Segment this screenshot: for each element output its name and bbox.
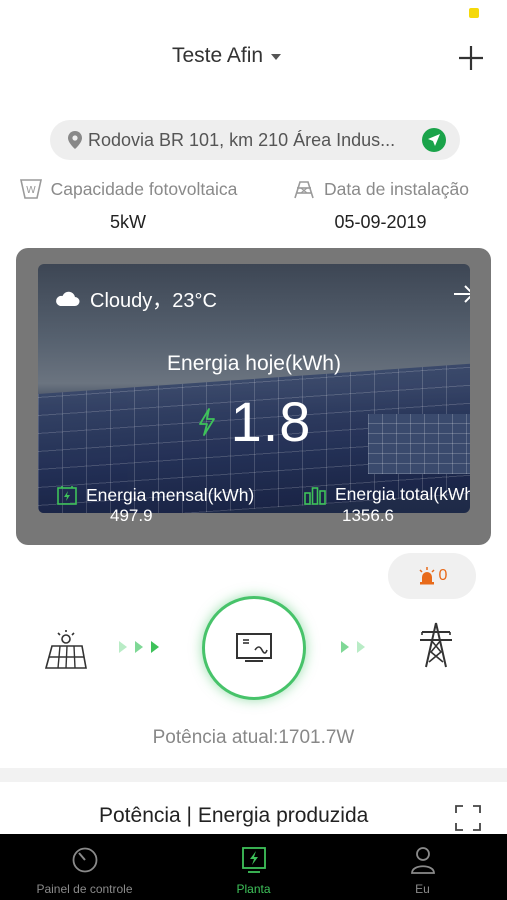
- capacity-icon: W: [19, 179, 42, 199]
- energy-card[interactable]: Cloudy，23°C Energia hoje(kWh) 1.8 Energi…: [16, 248, 491, 545]
- navigation-arrow-icon: [428, 134, 440, 146]
- header: Teste Afin: [0, 40, 507, 76]
- location-pin-icon: [68, 131, 82, 149]
- dashboard-icon: [72, 847, 97, 873]
- fullscreen-icon[interactable]: [454, 804, 482, 832]
- plant-info: W Capacidade fotovoltaica 5kW Data de in…: [0, 178, 507, 238]
- tab-label: Planta: [236, 882, 271, 896]
- alarm-siren-icon: [419, 567, 435, 585]
- bottom-tab-bar: Painel de controle Planta Eu: [0, 834, 507, 900]
- solar-farm-image: Cloudy，23°C Energia hoje(kWh) 1.8 Energi…: [38, 264, 470, 513]
- monthly-energy-label: Energia mensal(kWh): [86, 484, 255, 505]
- capacity-label: Capacidade fotovoltaica: [50, 178, 238, 199]
- user-icon: [410, 847, 435, 874]
- current-power: Potência atual:1701.7W: [152, 727, 355, 748]
- inverter-icon: [236, 633, 272, 662]
- tab-painel-de-controle[interactable]: Painel de controle: [0, 834, 169, 900]
- install-label: Data de instalação: [324, 178, 469, 199]
- tab-label: Eu: [415, 882, 430, 896]
- arrow-right-icon[interactable]: [452, 284, 470, 304]
- tab-eu[interactable]: Eu: [338, 834, 507, 900]
- plant-icon: [241, 847, 266, 873]
- tab-planta[interactable]: Planta: [169, 834, 338, 900]
- energy-flow: [0, 592, 507, 702]
- section-divider: [0, 768, 507, 782]
- tab-label: Painel de controle: [36, 882, 133, 896]
- solar-panel-icon: [44, 630, 87, 669]
- flow-arrows-left: [118, 640, 160, 654]
- weather-text: Cloudy，23°C: [90, 290, 217, 312]
- capacity-value: 5kW: [110, 212, 146, 232]
- caret-down-icon: [271, 54, 282, 60]
- capacity-block: W Capacidade fotovoltaica 5kW: [2, 178, 254, 233]
- status-indicator: [469, 8, 479, 18]
- install-date-block: Data de instalação 05-09-2019: [278, 178, 483, 233]
- power-grid-icon: [420, 622, 452, 668]
- bar-chart-icon: [304, 486, 326, 505]
- weather-info: Cloudy，23°C: [54, 284, 217, 313]
- monthly-energy: Energia mensal(kWh): [56, 484, 254, 506]
- energy-today-label: Energia hoje(kWh): [167, 352, 341, 375]
- add-icon[interactable]: [457, 44, 485, 72]
- svg-text:W: W: [26, 185, 36, 196]
- section-title: Potência | Energia produzida: [99, 804, 369, 827]
- lightning-icon: [198, 407, 215, 436]
- address-bar[interactable]: Rodovia BR 101, km 210 Área Indus...: [50, 120, 460, 160]
- total-energy-label: Energia total(kWh): [335, 484, 470, 504]
- monthly-energy-value: 497.9: [110, 506, 153, 525]
- total-energy-value: 1356.6: [342, 506, 394, 525]
- installation-icon: [294, 181, 314, 199]
- total-energy: Energia total(kWh): [303, 484, 470, 505]
- navigate-button[interactable]: [422, 128, 446, 152]
- address-text: Rodovia BR 101, km 210 Área Indus...: [88, 129, 396, 150]
- alarm-count: 0: [438, 567, 448, 584]
- flow-arrows-right: [340, 640, 366, 654]
- plant-selector[interactable]: Teste Afin: [172, 44, 282, 68]
- plant-name: Teste Afin: [172, 44, 264, 67]
- cloud-icon: [56, 291, 80, 306]
- battery-charge-icon: [57, 486, 77, 505]
- inverter-button[interactable]: [202, 596, 306, 700]
- install-value: 05-09-2019: [334, 212, 427, 232]
- energy-today-value: 1.8: [230, 390, 312, 453]
